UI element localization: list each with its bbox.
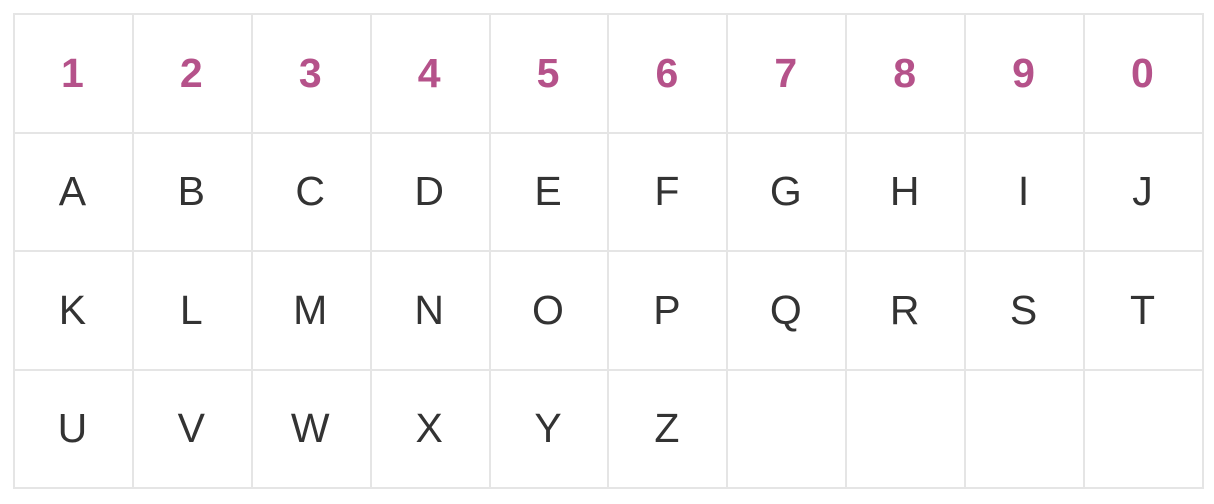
grid-cell-empty bbox=[966, 370, 1086, 489]
grid-cell-digit: 3 bbox=[252, 15, 372, 134]
grid-cell-letter: J bbox=[1085, 133, 1204, 252]
grid-cell-letter: U bbox=[15, 370, 134, 489]
grid-cell-letter: A bbox=[15, 133, 134, 252]
grid-cell-letter: Y bbox=[490, 370, 610, 489]
grid-cell-letter: S bbox=[966, 252, 1086, 371]
grid-cell-letter: E bbox=[490, 133, 610, 252]
grid-cell-letter: C bbox=[252, 133, 372, 252]
character-grid: 1 2 3 4 5 6 7 8 9 0 A B C D E F G H I J … bbox=[13, 13, 1204, 489]
grid-cell-letter: H bbox=[847, 133, 967, 252]
grid-cell-empty bbox=[728, 370, 848, 489]
grid-cell-digit: 5 bbox=[490, 15, 610, 134]
grid-cell-letter: Q bbox=[728, 252, 848, 371]
grid-cell-letter: O bbox=[490, 252, 610, 371]
grid-cell-letter: L bbox=[133, 252, 253, 371]
grid-cell-letter: T bbox=[1085, 252, 1204, 371]
grid-cell-letter: B bbox=[133, 133, 253, 252]
grid-cell-digit: 6 bbox=[609, 15, 729, 134]
grid-cell-empty bbox=[847, 370, 967, 489]
grid-cell-digit: 8 bbox=[847, 15, 967, 134]
grid-cell-letter: Z bbox=[609, 370, 729, 489]
grid-cell-letter: G bbox=[728, 133, 848, 252]
grid-cell-letter: X bbox=[371, 370, 491, 489]
grid-cell-digit: 0 bbox=[1085, 15, 1204, 134]
grid-cell-empty bbox=[1085, 370, 1204, 489]
grid-cell-letter: F bbox=[609, 133, 729, 252]
grid-cell-letter: W bbox=[252, 370, 372, 489]
grid-cell-digit: 1 bbox=[15, 15, 134, 134]
grid-cell-digit: 2 bbox=[133, 15, 253, 134]
grid-cell-digit: 9 bbox=[966, 15, 1086, 134]
grid-cell-letter: I bbox=[966, 133, 1086, 252]
grid-cell-letter: K bbox=[15, 252, 134, 371]
grid-cell-letter: R bbox=[847, 252, 967, 371]
grid-cell-letter: N bbox=[371, 252, 491, 371]
grid-cell-letter: M bbox=[252, 252, 372, 371]
grid-cell-digit: 7 bbox=[728, 15, 848, 134]
grid-cell-letter: P bbox=[609, 252, 729, 371]
grid-cell-letter: V bbox=[133, 370, 253, 489]
grid-cell-letter: D bbox=[371, 133, 491, 252]
grid-cell-digit: 4 bbox=[371, 15, 491, 134]
